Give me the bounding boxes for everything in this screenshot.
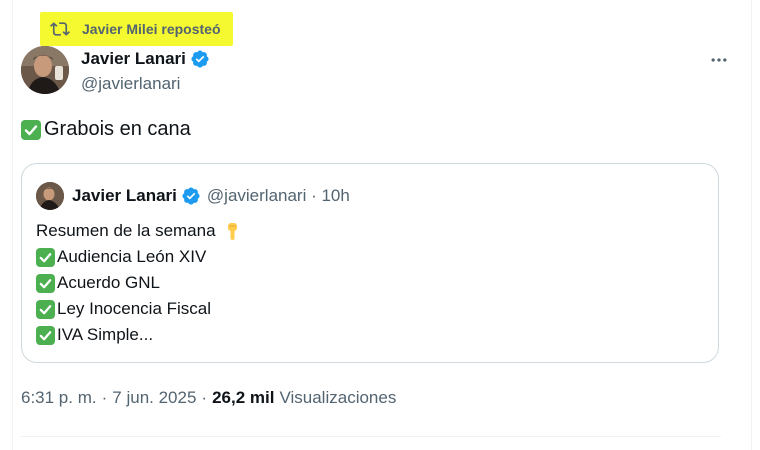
quoted-line-text: Ley Inocencia Fiscal: [57, 299, 212, 318]
author-handle[interactable]: @javierlanari: [81, 74, 180, 94]
views-count: 26,2 mil: [212, 388, 275, 407]
quoted-line-text: Resumen de la semana: [36, 221, 216, 240]
author-name[interactable]: Javier Lanari: [81, 49, 186, 69]
quoted-avatar[interactable]: [36, 182, 64, 210]
quoted-line: Audiencia León XIV: [36, 244, 244, 270]
quoted-line: Ley Inocencia Fiscal: [36, 296, 244, 322]
quoted-tweet-header: Javier Lanari @javierlanari · 10h: [36, 182, 350, 210]
check-mark-icon: [36, 325, 55, 345]
quoted-line: IVA Simple...: [36, 322, 244, 348]
repost-label: Javier Milei reposteó: [82, 21, 221, 37]
quoted-tweet[interactable]: Javier Lanari @javierlanari · 10h Resume…: [21, 163, 719, 363]
quoted-author-name[interactable]: Javier Lanari: [72, 186, 177, 206]
repost-banner[interactable]: Javier Milei reposteó: [40, 12, 233, 46]
author-name-row[interactable]: Javier Lanari: [81, 49, 210, 69]
tweet-header: Javier Lanari @javierlanari: [21, 46, 727, 98]
tweet-text: Grabois en cana: [21, 118, 191, 141]
more-icon: [709, 50, 729, 75]
verified-badge-icon: [181, 186, 201, 206]
tweet-time[interactable]: 6:31 p. m.: [21, 388, 97, 408]
quoted-author-handle[interactable]: @javierlanari · 10h: [207, 186, 350, 206]
check-mark-icon: [36, 299, 55, 319]
tweet-date[interactable]: 7 jun. 2025: [112, 388, 196, 408]
pointing-down-icon: [222, 220, 244, 242]
quoted-line-text: Acuerdo GNL: [57, 273, 160, 292]
views-label: Visualizaciones: [279, 388, 397, 407]
tweet-body: Grabois en cana: [44, 118, 191, 140]
avatar[interactable]: [21, 46, 69, 94]
divider: [21, 436, 721, 437]
more-options-button[interactable]: [705, 50, 733, 74]
quoted-line-text: IVA Simple...: [57, 325, 154, 344]
quoted-tweet-body: Resumen de la semana Audiencia León XIV …: [36, 218, 244, 348]
tweet-metadata: 6:31 p. m. · 7 jun. 2025 · 26,2 mil Visu…: [21, 388, 396, 408]
check-mark-icon: [36, 273, 55, 293]
verified-badge-icon: [190, 49, 210, 69]
quoted-line: Acuerdo GNL: [36, 270, 244, 296]
separator: ·: [201, 388, 208, 407]
check-mark-icon: [21, 119, 41, 140]
repost-icon: [50, 19, 70, 39]
separator: ·: [101, 388, 108, 407]
quoted-line: Resumen de la semana: [36, 218, 244, 244]
check-mark-icon: [36, 247, 55, 267]
quoted-line-text: Audiencia León XIV: [57, 247, 207, 266]
